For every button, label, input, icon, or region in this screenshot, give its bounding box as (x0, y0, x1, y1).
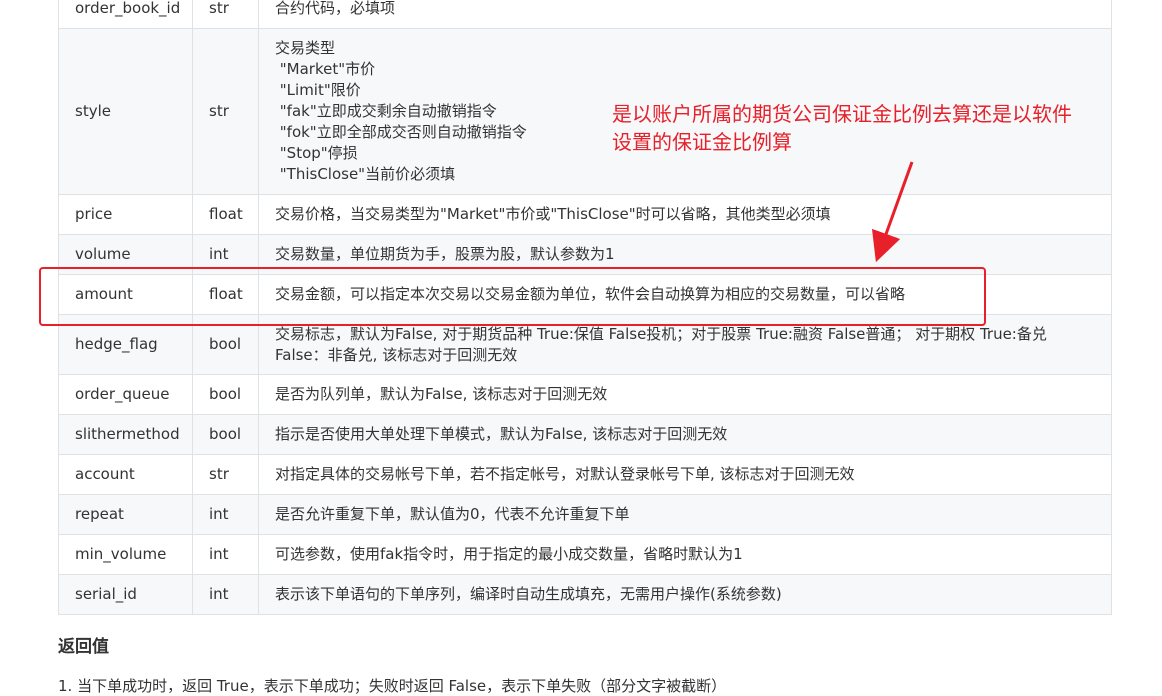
annotation-arrow-icon (871, 161, 914, 263)
